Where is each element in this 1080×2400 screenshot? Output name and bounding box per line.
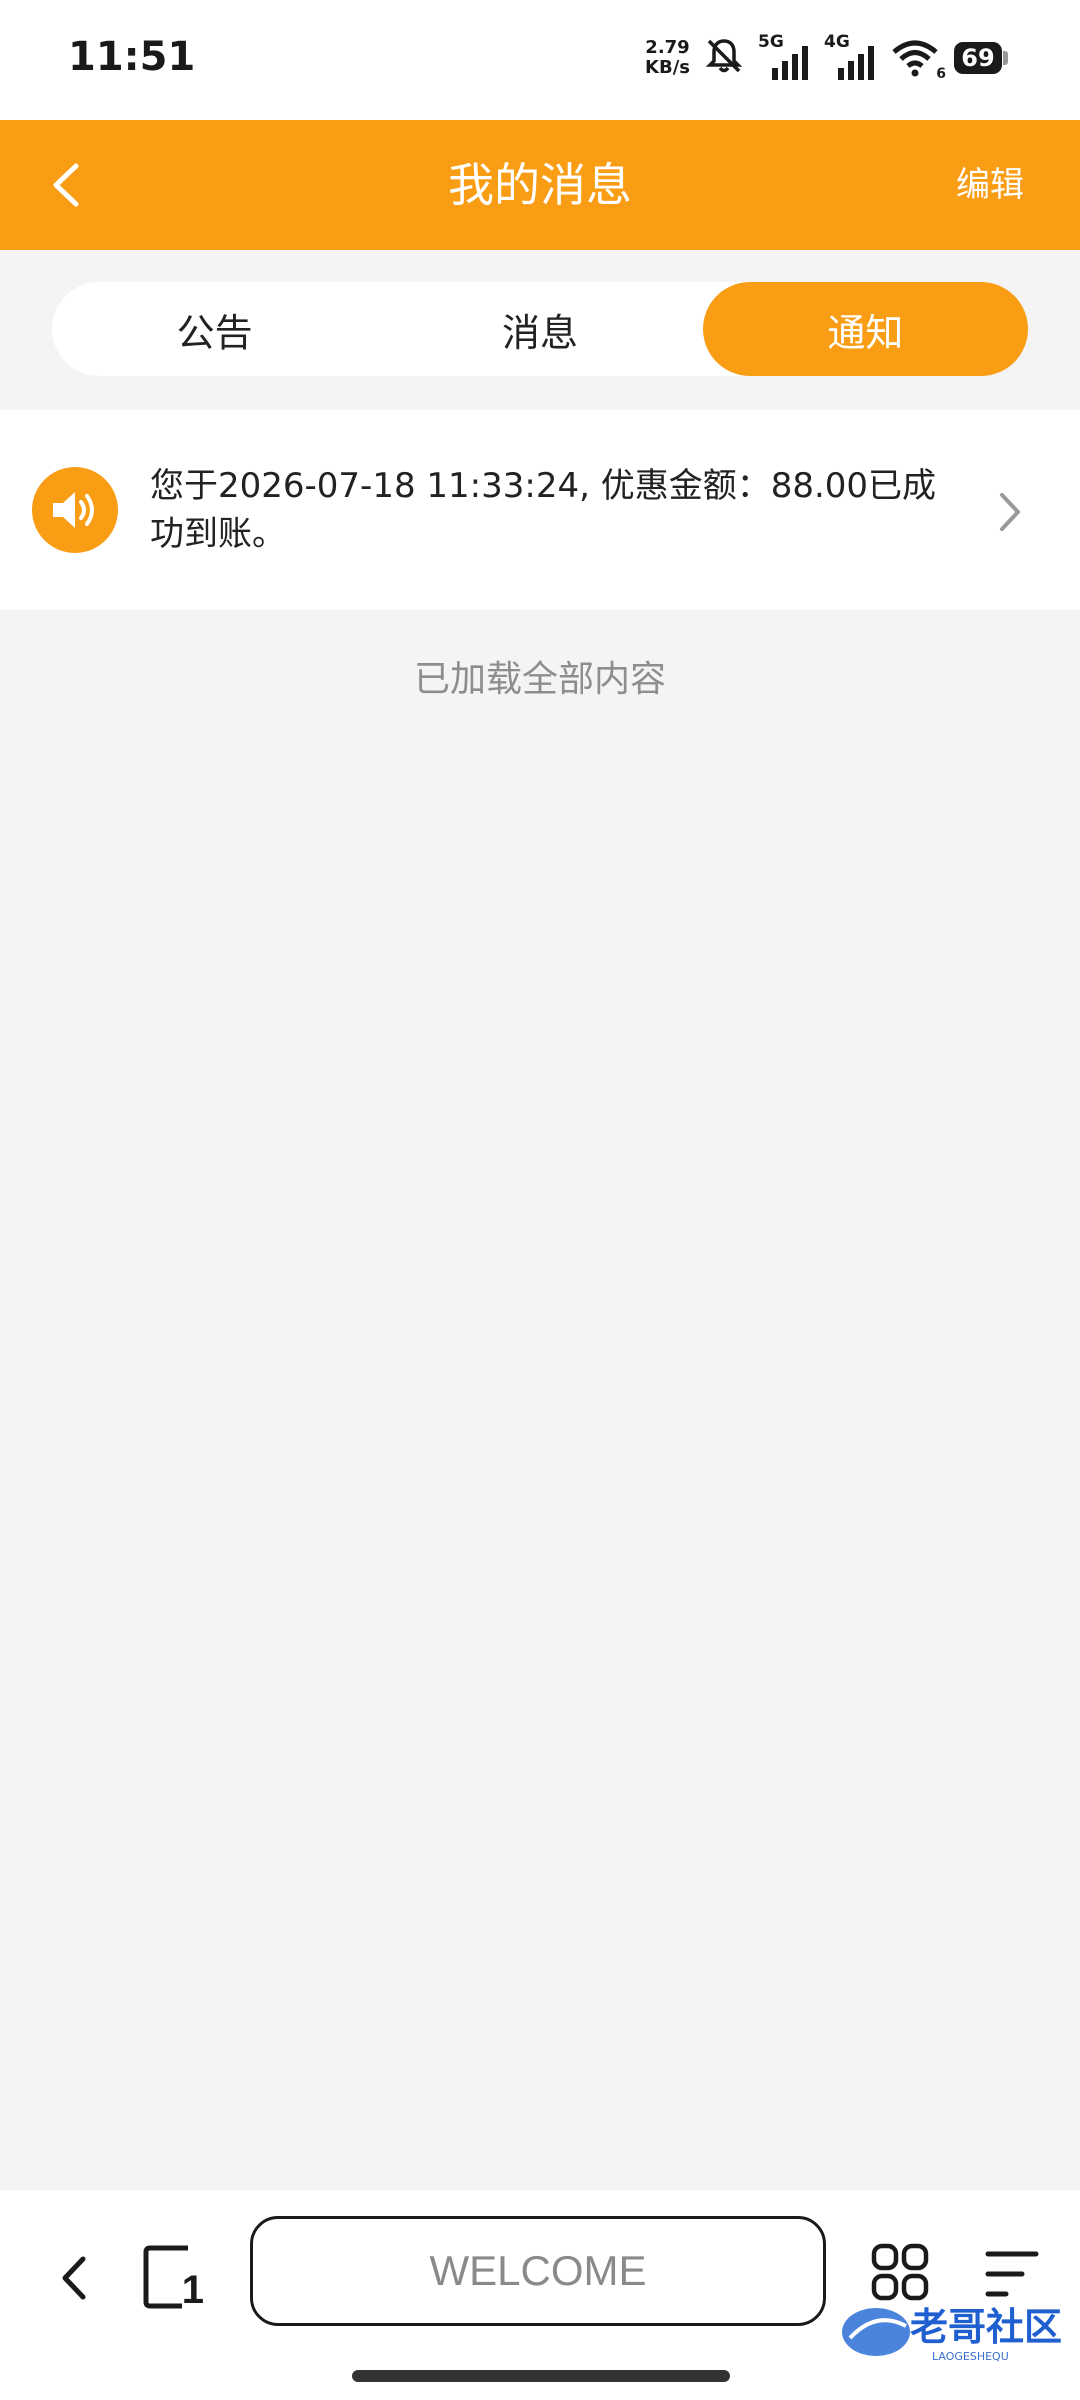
- bell-muted-icon: [704, 36, 744, 80]
- battery-level: 69: [954, 42, 1002, 74]
- wifi-icon: 6: [890, 38, 946, 82]
- tabs-button[interactable]: 1: [142, 2238, 208, 2314]
- notification-item[interactable]: 您于2026-07-18 11:33:24, 优惠金额：88.00已成功到账。: [0, 410, 1080, 610]
- signal-4g-icon: 4G: [824, 32, 876, 80]
- status-time: 11:51: [68, 34, 196, 80]
- speaker-icon: [32, 467, 118, 553]
- battery-icon: 69: [954, 42, 1008, 74]
- back-button[interactable]: [32, 151, 100, 219]
- chevron-right-icon: [992, 490, 1028, 534]
- chevron-left-icon: [62, 2256, 86, 2300]
- address-bar[interactable]: WELCOME: [250, 2216, 826, 2326]
- wifi-badge: 6: [936, 66, 946, 82]
- network-speed: 2.79 KB/s: [645, 38, 690, 78]
- network-speed-unit: KB/s: [645, 57, 690, 78]
- chevron-left-icon: [53, 163, 79, 207]
- status-bar: 11:51 2.79 KB/s 5G 4G 6 69: [0, 0, 1080, 120]
- edit-button[interactable]: 编辑: [956, 164, 1024, 206]
- app-header: 我的消息 编辑: [0, 120, 1080, 250]
- signal-5g-icon: 5G: [758, 32, 810, 80]
- tab-notifications[interactable]: 通知: [702, 282, 1028, 376]
- tab-announcements[interactable]: 公告: [52, 282, 377, 376]
- tab-bar: 公告 消息 通知: [52, 282, 1028, 376]
- tab-messages[interactable]: 消息: [377, 282, 702, 376]
- tab-count: 1: [181, 2268, 204, 2312]
- svg-text:LAOGESHEQU: LAOGESHEQU: [932, 2350, 1009, 2363]
- network-speed-value: 2.79: [645, 37, 690, 58]
- notification-text: 您于2026-07-18 11:33:24, 优惠金额：88.00已成功到账。: [150, 466, 937, 554]
- status-icons: 2.79 KB/s 5G 4G 6 69: [645, 32, 1008, 82]
- page-title: 我的消息: [448, 158, 632, 212]
- home-indicator[interactable]: [352, 2370, 730, 2382]
- list-end-status: 已加载全部内容: [413, 659, 666, 700]
- svg-text:老哥社区: 老哥社区: [910, 2305, 1062, 2349]
- browser-back-button[interactable]: [44, 2238, 104, 2318]
- watermark-logo: 老哥社区 LAOGESHEQU: [836, 2290, 1066, 2370]
